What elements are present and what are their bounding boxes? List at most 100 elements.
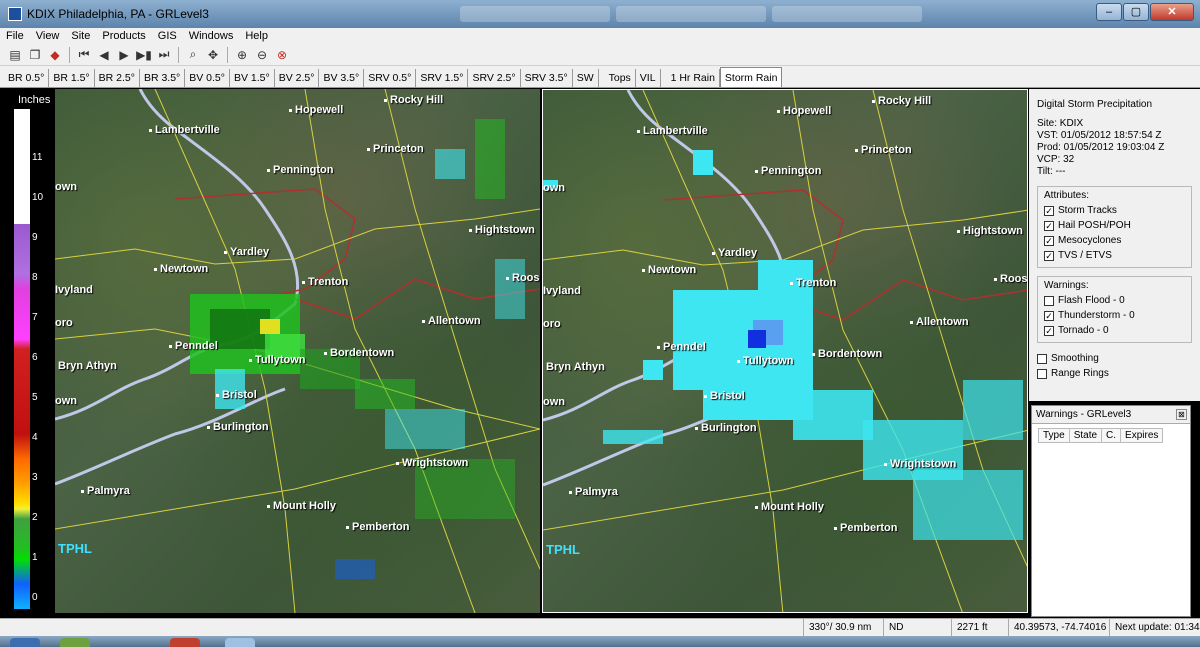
tab-bv-1-5[interactable]: BV 1.5° bbox=[230, 69, 275, 87]
column-header-state[interactable]: State bbox=[1068, 428, 1103, 443]
zoom-out-icon[interactable]: ⊖ bbox=[253, 46, 271, 64]
column-header-type[interactable]: Type bbox=[1038, 428, 1070, 443]
column-header-expires[interactable]: Expires bbox=[1120, 428, 1164, 443]
next-frame-icon[interactable]: ▶▮ bbox=[135, 46, 153, 64]
map-label-yardley: Yardley bbox=[711, 247, 758, 259]
tab-srv-1-5[interactable]: SRV 1.5° bbox=[416, 69, 469, 87]
checkbox-smoothing[interactable]: Smoothing bbox=[1037, 351, 1192, 366]
tab-1hr-rain[interactable]: 1 Hr Rain bbox=[667, 69, 720, 87]
background-tabs bbox=[460, 6, 922, 22]
tab-srv-3-5[interactable]: SRV 3.5° bbox=[521, 69, 573, 87]
map-label-roos: Roos bbox=[994, 273, 1028, 285]
close-icon[interactable]: ⊠ bbox=[1176, 409, 1187, 420]
checkbox-mesocyclones[interactable]: ✓ Mesocyclones bbox=[1044, 233, 1187, 248]
tab-br-3-5[interactable]: BR 3.5° bbox=[140, 69, 186, 87]
checkbox-box[interactable] bbox=[1044, 295, 1054, 306]
checkbox-storm-tracks[interactable]: ✓ Storm Tracks bbox=[1044, 203, 1187, 218]
status-coords: 40.39573, -74.74016 bbox=[1008, 619, 1109, 636]
checkbox-tornado[interactable]: ✓ Tornado - 0 bbox=[1044, 323, 1187, 338]
zoom-reset-icon[interactable]: ⊗ bbox=[273, 46, 291, 64]
first-frame-icon[interactable]: ⏮ bbox=[75, 46, 93, 64]
info-panel: Digital Storm Precipitation Site: KDIX V… bbox=[1029, 89, 1200, 401]
tab-tops[interactable]: Tops bbox=[605, 69, 636, 87]
colors-icon[interactable]: ◆ bbox=[46, 46, 64, 64]
tab-br-0-5[interactable]: BR 0.5° bbox=[4, 69, 50, 87]
checkbox-hail[interactable]: ✓ Hail POSH/POH bbox=[1044, 218, 1187, 233]
taskbar-app[interactable] bbox=[170, 638, 200, 647]
map-label-pennington: Pennington bbox=[755, 165, 822, 177]
open-icon[interactable]: ▤ bbox=[6, 46, 24, 64]
column-header-c[interactable]: C. bbox=[1101, 428, 1122, 443]
legend-tick: 4 bbox=[32, 432, 38, 443]
checkbox-tvs[interactable]: ✓ TVS / ETVS bbox=[1044, 248, 1187, 263]
tab-bv-2-5[interactable]: BV 2.5° bbox=[275, 69, 320, 87]
checkbox-thunderstorm[interactable]: ✓ Thunderstorm - 0 bbox=[1044, 308, 1187, 323]
tab-vil[interactable]: VIL bbox=[636, 69, 661, 87]
map-label-newtown: Newtown bbox=[153, 263, 209, 275]
checkbox-label: Range Rings bbox=[1051, 368, 1109, 379]
menu-site[interactable]: Site bbox=[65, 30, 96, 42]
prod-text: Prod: 01/05/2012 19:03:04 Z bbox=[1037, 142, 1165, 153]
toolbar-separator bbox=[178, 46, 179, 63]
checkbox-box[interactable]: ✓ bbox=[1044, 310, 1054, 321]
checkbox-flash-flood[interactable]: Flash Flood - 0 bbox=[1044, 293, 1187, 308]
close-button[interactable]: ✕ bbox=[1150, 3, 1194, 21]
tab-bv-0-5[interactable]: BV 0.5° bbox=[185, 69, 230, 87]
map-label-pemberton: Pemberton bbox=[345, 521, 410, 533]
checkbox-box[interactable]: ✓ bbox=[1044, 205, 1054, 216]
menu-help[interactable]: Help bbox=[239, 30, 274, 42]
status-bar: 330°/ 30.9 nm ND 2271 ft 40.39573, -74.7… bbox=[0, 618, 1200, 636]
zoom-in-icon[interactable]: ⊕ bbox=[233, 46, 251, 64]
checkbox-box[interactable] bbox=[1037, 368, 1047, 379]
radar-map-left[interactable]: Hopewell Rocky Hill Lambertville Penning… bbox=[55, 89, 540, 613]
menu-view[interactable]: View bbox=[30, 30, 66, 42]
tab-br-1-5[interactable]: BR 1.5° bbox=[49, 69, 95, 87]
play-icon[interactable]: ▶ bbox=[115, 46, 133, 64]
map-label-ivyland: Ivyland bbox=[543, 285, 581, 297]
map-label-hopewell: Hopewell bbox=[776, 105, 832, 117]
checkbox-box[interactable] bbox=[1037, 353, 1047, 364]
taskbar-app[interactable] bbox=[60, 638, 90, 647]
checkbox-box[interactable]: ✓ bbox=[1044, 325, 1054, 336]
menu-products[interactable]: Products bbox=[96, 30, 151, 42]
minimize-button[interactable]: ‒ bbox=[1096, 3, 1122, 21]
map-label-allentown: Allentown bbox=[910, 316, 969, 328]
checkbox-box[interactable]: ✓ bbox=[1044, 250, 1054, 261]
warnings-window-title: Warnings - GRLevel3 ⊠ bbox=[1032, 406, 1190, 424]
menu-windows[interactable]: Windows bbox=[183, 30, 240, 42]
menu-file[interactable]: File bbox=[0, 30, 30, 42]
copy-icon[interactable]: ❐ bbox=[26, 46, 44, 64]
checkbox-label: TVS / ETVS bbox=[1058, 250, 1112, 261]
tilt-text: Tilt: --- bbox=[1037, 166, 1066, 177]
checkbox-box[interactable]: ✓ bbox=[1044, 235, 1054, 246]
pan-icon[interactable]: ✥ bbox=[204, 46, 222, 64]
prev-frame-icon[interactable]: ◀ bbox=[95, 46, 113, 64]
background-tab bbox=[772, 6, 922, 22]
tab-storm-rain[interactable]: Storm Rain bbox=[719, 67, 783, 87]
radar-map-right[interactable]: Hopewell Rocky Hill Lambertville Penning… bbox=[542, 89, 1028, 613]
legend-tick: 3 bbox=[32, 472, 38, 483]
tab-srv-0-5[interactable]: SRV 0.5° bbox=[364, 69, 417, 87]
maximize-button[interactable]: ▢ bbox=[1123, 3, 1149, 21]
map-label-bristol: Bristol bbox=[704, 390, 745, 402]
checkbox-range-rings[interactable]: Range Rings bbox=[1037, 366, 1192, 381]
tab-br-2-5[interactable]: BR 2.5° bbox=[95, 69, 140, 87]
legend-tick: 9 bbox=[32, 232, 38, 243]
map-label-bryn-athyn: Bryn Athyn bbox=[55, 360, 117, 372]
tab-sw[interactable]: SW bbox=[573, 69, 599, 87]
vst-text: VST: 01/05/2012 18:57:54 Z bbox=[1037, 130, 1162, 141]
last-frame-icon[interactable]: ⏭ bbox=[155, 46, 173, 64]
start-button[interactable] bbox=[10, 638, 40, 647]
menu-gis[interactable]: GIS bbox=[152, 30, 183, 42]
taskbar-app[interactable] bbox=[225, 638, 255, 647]
status-bearing: 330°/ 30.9 nm bbox=[803, 619, 883, 636]
tab-bv-3-5[interactable]: BV 3.5° bbox=[319, 69, 365, 87]
map-label-mount-holly: Mount Holly bbox=[267, 500, 336, 512]
map-label-burlington: Burlington bbox=[695, 422, 757, 434]
zoom-icon[interactable]: ⌕ bbox=[184, 46, 202, 64]
checkbox-box[interactable]: ✓ bbox=[1044, 220, 1054, 231]
map-label-pennington: Pennington bbox=[267, 164, 334, 176]
map-label-yardley: Yardley bbox=[223, 246, 270, 258]
tab-srv-2-5[interactable]: SRV 2.5° bbox=[468, 69, 521, 87]
map-label-bordentown: Bordentown bbox=[811, 348, 883, 360]
